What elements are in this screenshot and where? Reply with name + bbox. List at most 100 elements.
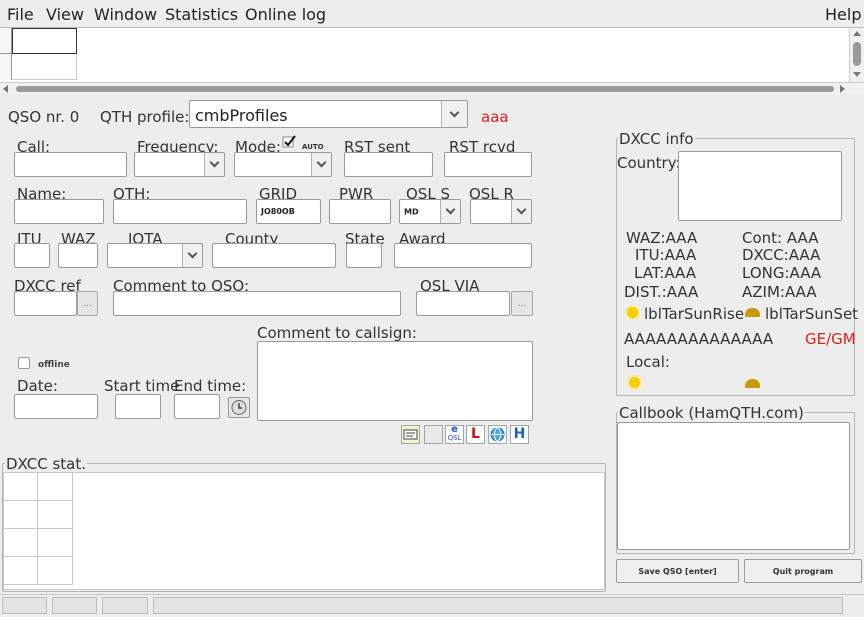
horizontal-scrollbar[interactable] (0, 82, 864, 94)
grid-cell (38, 529, 73, 557)
clock-icon[interactable] (228, 397, 250, 418)
qsl-rcvd-select[interactable] (470, 199, 532, 224)
dxcc-ref-browse-button[interactable]: ... (77, 291, 98, 316)
scroll-up-icon[interactable] (853, 31, 861, 36)
quit-program-button[interactable]: Quit program (744, 559, 862, 583)
dxcc-stat-title: DXCC stat. (5, 455, 87, 473)
chevron-down-icon[interactable] (441, 101, 467, 127)
blank-icon[interactable] (424, 425, 443, 444)
recent-qso-grid[interactable] (0, 27, 864, 94)
date-input[interactable] (14, 394, 98, 419)
chevron-down-icon[interactable] (311, 153, 331, 176)
start-time-input[interactable] (115, 394, 161, 419)
grid-input[interactable]: JO80OB (256, 199, 321, 224)
eqsl-letter: e (451, 424, 458, 435)
chevron-down-icon[interactable] (182, 244, 202, 267)
eqsl-text: QSL (447, 434, 462, 442)
grid-row-header-2 (0, 54, 12, 80)
menu-window[interactable]: Window (94, 5, 157, 24)
country-textarea[interactable] (678, 151, 842, 221)
iota-select[interactable] (107, 243, 203, 268)
checkmark-icon[interactable] (282, 134, 296, 148)
qth-input[interactable] (113, 199, 247, 224)
grid-cell (4, 557, 38, 585)
waz-input[interactable] (58, 243, 98, 268)
hscrollbar-thumb[interactable] (16, 86, 834, 92)
grid-cell (38, 501, 73, 529)
lotw-icon[interactable]: L (466, 425, 485, 444)
menu-help[interactable]: Help (825, 5, 861, 24)
azim-value: AZIM:AAA (742, 283, 817, 301)
chevron-down-icon[interactable] (440, 200, 460, 223)
menu-view[interactable]: View (46, 5, 84, 24)
globe-icon[interactable] (488, 425, 507, 444)
rst-rcvd-input[interactable] (444, 152, 532, 177)
local-label: Local: (626, 353, 670, 371)
county-input[interactable] (212, 243, 336, 268)
gegm-value: GE/GM (805, 330, 856, 348)
qso-number: QSO nr. 0 (8, 108, 80, 126)
date-label: Date: (17, 377, 58, 395)
comment-call-label: Comment to callsign: (257, 324, 417, 342)
menu-file[interactable]: File (7, 5, 34, 24)
eqsl-icon[interactable]: e QSL (445, 425, 464, 444)
vertical-scrollbar[interactable] (849, 28, 864, 82)
menu-online-log[interactable]: Online log (245, 5, 326, 24)
qsl-via-input[interactable] (416, 291, 510, 316)
callbook-textarea[interactable] (617, 422, 850, 550)
grid-cell (4, 501, 38, 529)
menu-statistics[interactable]: Statistics (165, 5, 238, 24)
comment-call-textarea[interactable] (257, 341, 533, 421)
grid-cell (38, 557, 73, 585)
callbook-title: Callbook (HamQTH.com) (618, 404, 805, 422)
grid-cell[interactable] (12, 54, 77, 80)
dxcc-ref-input[interactable] (14, 291, 77, 316)
status-segment (2, 597, 47, 614)
end-time-label: End time: (174, 377, 247, 395)
sunrise-value: lblTarSunRise (644, 305, 745, 323)
scrollbar-thumb[interactable] (853, 42, 861, 66)
local-sunrise-icon (629, 377, 640, 388)
comment-qso-input[interactable] (113, 291, 401, 316)
name-input[interactable] (14, 199, 104, 224)
end-time-input[interactable] (174, 394, 220, 419)
grid-cell-selected[interactable] (12, 28, 77, 54)
scroll-down-icon[interactable] (853, 72, 861, 77)
qsl-sent-select[interactable]: MD (399, 199, 461, 224)
waz-value: WAZ:AAA (626, 229, 698, 247)
rst-sent-input[interactable] (344, 152, 433, 177)
offline-checkbox[interactable] (18, 357, 30, 369)
qth-profile-value: cmbProfiles (195, 106, 288, 125)
dist-value: DIST.:AAA (624, 283, 699, 301)
qth-profile-label: QTH profile: (100, 108, 190, 126)
scroll-right-icon[interactable] (840, 85, 845, 93)
country-label: Country: (617, 154, 681, 172)
chevron-down-icon[interactable] (511, 200, 531, 223)
pwr-input[interactable] (329, 199, 391, 224)
scroll-left-icon[interactable] (3, 85, 8, 93)
save-qso-button[interactable]: Save QSO [enter] (616, 559, 739, 583)
dxcc-value: DXCC:AAA (742, 246, 821, 264)
state-input[interactable] (346, 243, 382, 268)
itu-value: ITU:AAA (635, 246, 697, 264)
chevron-down-icon[interactable] (204, 153, 224, 176)
qth-profile-select[interactable]: cmbProfiles (189, 100, 468, 128)
qsl-via-browse-button[interactable]: ... (511, 291, 533, 316)
start-time-label: Start time (104, 377, 180, 395)
mode-select[interactable] (234, 152, 332, 177)
cont-value: Cont: AAA (742, 229, 819, 247)
dxcc-stat-grid[interactable] (3, 472, 605, 590)
frequency-select[interactable] (134, 152, 225, 177)
status-segment (52, 597, 97, 614)
notes-icon[interactable] (401, 425, 420, 444)
itu-input[interactable] (14, 243, 50, 268)
qsl-sent-value: MD (404, 207, 419, 216)
lat-value: LAT:AAA (634, 264, 696, 282)
long-value: LONG:AAA (742, 264, 822, 282)
call-input[interactable] (14, 152, 127, 177)
sunset-value: lblTarSunSet (765, 305, 859, 323)
offline-label: offline (38, 360, 70, 370)
hamqth-icon[interactable]: H (510, 425, 529, 444)
sunrise-icon (627, 307, 638, 318)
award-input[interactable] (394, 243, 532, 268)
